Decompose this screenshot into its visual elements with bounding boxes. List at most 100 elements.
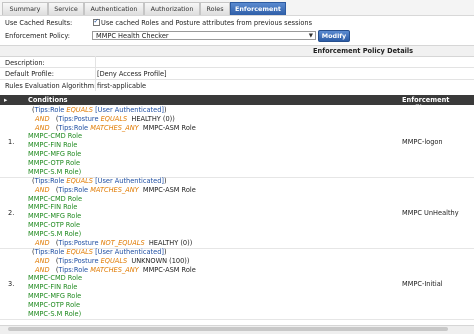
- condition-token: HEALTHY (0): [148, 238, 190, 247]
- enforcement-policy-row: Enforcement Policy: MMPC Health Checker …: [0, 29, 474, 42]
- condition-token: ): [163, 177, 167, 185]
- condition-token: EQUALS: [100, 114, 128, 123]
- rule-enforcement-profile: MMPC-Initial: [402, 280, 443, 289]
- rule-number: 3.: [8, 280, 15, 289]
- condition-token: Tips:Role: [34, 106, 65, 114]
- condition-token: ): [163, 248, 167, 256]
- condition-token: HEALTHY (0): [131, 114, 173, 123]
- rule-separator: [0, 319, 474, 321]
- enforcement-policy-label: Enforcement Policy:: [5, 32, 70, 40]
- condition-token: EQUALS: [100, 256, 128, 265]
- condition-line: AND (Tips:Role MATCHES_ANY MMPC-ASM Role: [35, 266, 196, 275]
- details-header: Enforcement Policy Details: [0, 45, 474, 57]
- rule-row[interactable]: (Tips:Role EQUALS [User Authenticated]) A…: [0, 248, 474, 322]
- rules-algo-row: Rules Evaluation Algorithm: first-applic…: [0, 80, 474, 90]
- condition-token: MMPC-ASM Role: [142, 265, 196, 274]
- condition-token: AND: [35, 256, 50, 265]
- condition-token: MMPC-CMD Role: [28, 132, 83, 141]
- condition-line: AND (Tips:Role MATCHES_ANY MMPC-ASM Role: [35, 124, 196, 133]
- modify-button[interactable]: Modify: [318, 30, 350, 42]
- use-cached-label: Use Cached Results:: [5, 19, 73, 27]
- condition-token: EQUALS: [66, 177, 93, 185]
- condition-line: MMPC-OTP Role: [28, 301, 80, 310]
- condition-token: Tips:Role: [58, 185, 89, 194]
- condition-line: MMPC-S.M Role): [28, 310, 81, 319]
- use-cached-row: Use Cached Results: Use cached Roles and…: [0, 17, 474, 28]
- rule-row[interactable]: (Tips:Role EQUALS [User Authenticated]) A…: [0, 106, 474, 180]
- condition-line: MMPC-OTP Role: [28, 221, 80, 230]
- condition-line: MMPC-CMD Role: [28, 274, 82, 283]
- condition-line: MMPC-S.M Role): [28, 230, 81, 239]
- condition-token: Tips:Role: [58, 265, 89, 274]
- condition-token: MMPC-CMD Role: [28, 194, 83, 203]
- use-cached-checkbox-label: Use cached Roles and Posture attributes …: [101, 19, 313, 27]
- scrollbar-thumb[interactable]: [8, 327, 448, 331]
- default-profile-row: Default Profile: [Deny Access Profile]: [0, 68, 474, 78]
- rule-enforcement-profile: MMPC UnHealthy: [402, 209, 459, 218]
- details-header-title: Enforcement Policy Details: [313, 47, 414, 55]
- condition-line: MMPC-CMD Role: [28, 195, 82, 204]
- rule-row[interactable]: (Tips:Role EQUALS [User Authenticated]) A…: [0, 177, 474, 251]
- tab-authorization[interactable]: Authorization: [144, 2, 200, 15]
- condition-token: MMPC-MFG Role: [28, 292, 82, 300]
- enforcement-policy-select[interactable]: MMPC Health Checker ▼: [92, 31, 316, 40]
- condition-line: AND (Tips:Posture EQUALS UNKNOWN (100)): [35, 257, 189, 266]
- default-profile-value: [Deny Access Profile]: [97, 70, 167, 78]
- rule-number: 2.: [8, 209, 15, 218]
- condition-line: MMPC-S.M Role): [28, 168, 81, 177]
- condition-line: (Tips:Role EQUALS [User Authenticated]): [32, 106, 167, 115]
- chevron-down-icon: ▼: [308, 33, 313, 39]
- condition-token: NOT_EQUALS: [100, 238, 145, 247]
- description-label: Description:: [5, 59, 45, 67]
- condition-token: Tips:Role: [58, 123, 89, 132]
- use-cached-checkbox[interactable]: [93, 17, 100, 26]
- tab-roles[interactable]: Roles: [200, 2, 230, 15]
- condition-token: MMPC-OTP Role: [28, 221, 81, 229]
- condition-token: MATCHES_ANY: [90, 265, 139, 274]
- condition-token: MMPC-FIN Role: [28, 283, 78, 292]
- tab-summary[interactable]: Summary: [2, 2, 48, 15]
- condition-line: MMPC-MFG Role: [28, 292, 81, 301]
- condition-token: ): [172, 114, 175, 123]
- condition-token: Tips:Posture: [58, 238, 99, 247]
- rules-algo-value: first-applicable: [97, 82, 147, 90]
- condition-token: [User Authenticated]: [95, 106, 164, 114]
- condition-line: AND (Tips:Posture NOT_EQUALS HEALTHY (0)…: [35, 239, 192, 248]
- condition-line: (Tips:Role EQUALS [User Authenticated]): [32, 248, 167, 257]
- condition-line: MMPC-OTP Role: [28, 159, 80, 168]
- rule-number: 1.: [8, 138, 15, 147]
- condition-token: [User Authenticated]: [95, 248, 164, 256]
- condition-token: MMPC-ASM Role: [142, 185, 196, 194]
- condition-token: MMPC-MFG Role: [28, 212, 82, 221]
- condition-token: MMPC-FIN Role: [28, 203, 78, 212]
- rules-algo-label: Rules Evaluation Algorithm:: [5, 82, 97, 90]
- condition-token: AND: [35, 238, 50, 247]
- default-profile-label: Default Profile:: [5, 70, 54, 78]
- condition-token: Tips:Role: [34, 177, 65, 185]
- description-row: Description:: [0, 57, 474, 67]
- condition-line: MMPC-MFG Role: [28, 150, 81, 159]
- condition-token: AND: [35, 123, 50, 132]
- condition-line: MMPC-MFG Role: [28, 212, 81, 221]
- condition-token: EQUALS: [66, 106, 93, 114]
- condition-token: EQUALS: [66, 248, 93, 256]
- condition-token: MMPC-OTP Role: [28, 300, 81, 309]
- tab-authentication[interactable]: Authentication: [84, 2, 144, 15]
- condition-token: [User Authenticated]: [95, 177, 164, 185]
- condition-token: MMPC-S.M Role): [28, 229, 82, 238]
- condition-line: MMPC-FIN Role: [28, 283, 77, 292]
- condition-token: AND: [35, 114, 50, 123]
- condition-line: MMPC-FIN Role: [28, 141, 77, 150]
- tab-service[interactable]: Service: [48, 2, 84, 15]
- condition-token: MMPC-S.M Role): [28, 309, 82, 318]
- condition-token: MMPC-ASM Role: [142, 123, 196, 132]
- tab-bar: Summary Service Authentication Authoriza…: [0, 0, 474, 16]
- condition-line: AND (Tips:Role MATCHES_ANY MMPC-ASM Role: [35, 186, 196, 195]
- condition-token: MMPC-S.M Role): [28, 167, 82, 176]
- rules-table-header: ▸ Conditions Enforcement Profiles: [0, 95, 474, 112]
- condition-line: AND (Tips:Posture EQUALS HEALTHY (0)): [35, 115, 175, 124]
- tab-enforcement[interactable]: Enforcement: [230, 2, 286, 15]
- condition-token: MATCHES_ANY: [90, 185, 139, 194]
- condition-token: MMPC-MFG Role: [28, 150, 82, 158]
- condition-token: AND: [35, 185, 50, 194]
